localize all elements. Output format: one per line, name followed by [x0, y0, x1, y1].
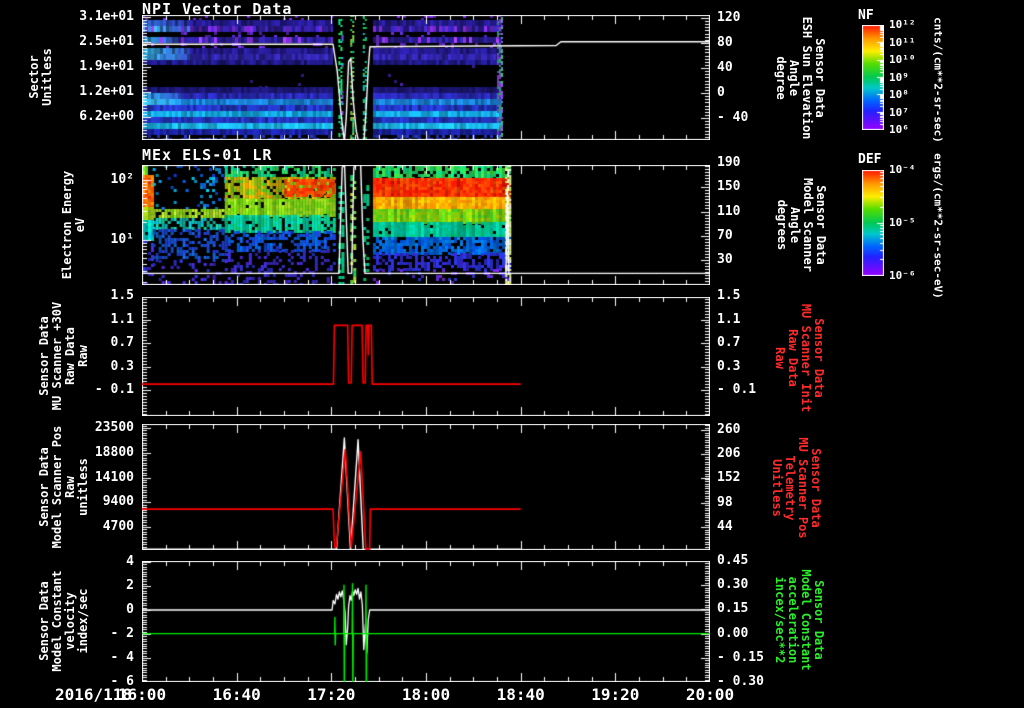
y-left-tick-label: 9400 — [102, 494, 134, 510]
y-left-tick-label: 10² — [110, 172, 134, 188]
els-spectrogram-plot — [142, 165, 710, 285]
colorbar-tick-label: 10⁷ — [889, 105, 909, 119]
y-right-tick-label: 44 — [717, 518, 733, 534]
y-right-tick-label: 70 — [717, 227, 733, 243]
nf-colorbar — [862, 25, 884, 130]
y-right-tick-label: 1.5 — [717, 288, 741, 303]
colorbar-tick-label: 10⁸ — [889, 88, 909, 101]
y-right-tick-label: - 40 — [717, 110, 749, 125]
x-tick-label: 16:00 — [117, 685, 167, 704]
y-right-tick-label: 206 — [717, 446, 741, 462]
y-left-tick-label: 1.2e+01 — [79, 84, 134, 100]
x-tick-label: 18:00 — [401, 685, 451, 704]
y-left-tick-label: 6.2e+00 — [79, 109, 134, 125]
y-left-tick-label: 4700 — [102, 519, 134, 534]
y-right-tick-label: 150 — [717, 179, 741, 195]
y-left-tick-label: 1.5 — [110, 288, 134, 303]
y-right-tick-label: 110 — [717, 203, 741, 219]
def-colorbar — [862, 170, 884, 276]
nf-colorbar-unit: cnts/(cm**2-sr-sec) — [931, 17, 945, 143]
y-left-tick-label: 3.1e+01 — [79, 9, 134, 25]
y-left-tick-label: 18800 — [94, 444, 134, 460]
def-colorbar-unit: ergs/(cm**2-sr-sec-eV) — [931, 153, 945, 299]
x-tick-label: 20:00 — [685, 685, 735, 704]
y-right-tick-label: 98 — [717, 494, 733, 510]
y-right-tick-label: 0.00 — [717, 625, 749, 641]
x-tick-label: 16:40 — [212, 685, 261, 704]
y-left-tick-label: - 2 — [110, 625, 134, 641]
colorbar-tick-label: 10⁻⁴ — [889, 163, 916, 176]
model-constant-plot — [142, 561, 710, 682]
colorbar-tick-label: 10¹¹ — [889, 35, 916, 49]
y-left-tick-label: 10¹ — [110, 232, 134, 248]
y-left-tick-label: 0.3 — [110, 358, 134, 374]
y-left-tick-label: 23500 — [94, 420, 134, 435]
colorbar-tick-label: 10⁶ — [889, 123, 909, 136]
y-right-tick-label: 0.45 — [717, 553, 749, 568]
colorbar-tick-label: 10⁻⁶ — [889, 269, 916, 282]
plot-page: NPI Vector Data MEx ELS-01 LR NF DEF cnt… — [0, 0, 1024, 708]
y-right-tick-label: 0.30 — [717, 577, 749, 593]
mu-scanner-30v-plot — [142, 297, 710, 416]
y-right-tick-label: 40 — [717, 60, 733, 75]
y-left-tick-label: 4 — [126, 553, 134, 569]
y-left-tick-label: 1.9e+01 — [79, 59, 134, 75]
y-left-tick-label: 0.7 — [110, 335, 134, 350]
x-tick-label: 18:40 — [496, 685, 545, 704]
x-tick-label: 17:20 — [307, 685, 356, 704]
y-right-tick-label: 0 — [717, 85, 725, 100]
y-left-tick-label: 1.1 — [110, 311, 134, 327]
y-left-tick-label: 0 — [126, 601, 134, 617]
y-left-tick-label: - 4 — [110, 649, 134, 665]
els-left-axis-label: Electron Energy eV — [60, 170, 87, 280]
y-right-tick-label: 1.1 — [717, 311, 741, 327]
y-left-tick-label: 14100 — [94, 469, 134, 485]
panel-els-title: MEx ELS-01 LR — [142, 146, 273, 164]
y-right-tick-label: 0.15 — [717, 601, 749, 617]
y-left-tick-label: 2.5e+01 — [79, 34, 134, 50]
y-left-tick-label: 2 — [126, 577, 134, 593]
y-right-tick-label: 0.3 — [717, 358, 741, 374]
y-left-tick-label: - 0.1 — [94, 382, 134, 398]
y-right-tick-label: 80 — [717, 35, 733, 50]
colorbar-tick-label: 10⁹ — [889, 70, 909, 84]
colorbar-tick-label: 10⁻⁵ — [889, 216, 916, 229]
npi-spectrogram-plot — [142, 15, 710, 140]
y-right-tick-label: 120 — [717, 10, 741, 25]
y-right-tick-label: 152 — [717, 470, 741, 486]
y-right-tick-label: 190 — [717, 154, 741, 170]
x-tick-label: 19:20 — [591, 685, 640, 704]
model-scanner-pos-plot — [142, 424, 710, 550]
y-right-tick-label: 260 — [717, 421, 741, 437]
colorbar-tick-label: 10¹⁰ — [889, 53, 916, 66]
y-right-tick-label: - 0.1 — [717, 382, 757, 398]
y-right-tick-label: - 0.15 — [717, 649, 764, 665]
y-right-tick-label: 0.7 — [717, 335, 741, 350]
y-right-tick-label: 30 — [717, 252, 733, 268]
colorbar-tick-label: 10¹² — [889, 18, 916, 31]
